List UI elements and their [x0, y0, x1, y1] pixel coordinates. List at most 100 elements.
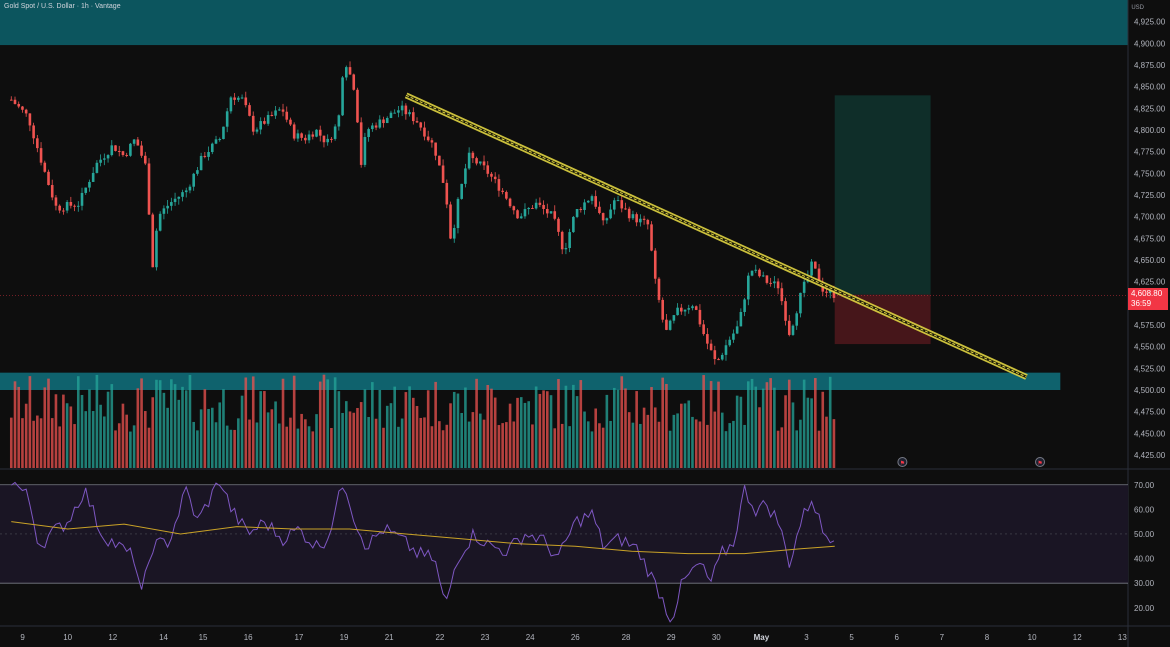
- candle-body: [676, 307, 679, 316]
- candle-body: [158, 213, 162, 231]
- volume-bar: [717, 381, 720, 468]
- volume-bar: [452, 391, 456, 468]
- chart-canvas[interactable]: 4,925.00 4,900.00 4,875.00 4,850.00 4,825.00…: [0, 0, 1170, 647]
- candle-body: [62, 210, 65, 212]
- candle-body: [76, 205, 80, 207]
- candle-body: [277, 109, 281, 111]
- candle-body: [579, 209, 583, 211]
- candle-body: [519, 216, 523, 219]
- volume-bar: [129, 431, 132, 468]
- price-tick-label: 4,575.00: [1134, 321, 1166, 330]
- volume-bar: [553, 428, 557, 468]
- volume-bar: [754, 386, 758, 468]
- time-tick-label: 12: [1073, 633, 1082, 642]
- volume-bar: [311, 431, 315, 468]
- candle-body: [419, 122, 423, 128]
- volume-bar: [50, 418, 54, 468]
- candle-body: [598, 206, 601, 214]
- candle-body: [129, 143, 132, 156]
- volume-bar: [747, 381, 750, 468]
- candle-body: [557, 218, 560, 232]
- volume-bar: [266, 412, 270, 468]
- candle-body: [292, 124, 296, 139]
- volume-bar: [490, 388, 493, 468]
- volume-bar: [322, 374, 326, 468]
- volume-bar: [720, 412, 724, 468]
- candle-body: [750, 270, 754, 276]
- candle-body: [24, 109, 28, 114]
- event-marker-2[interactable]: ⚑: [1035, 457, 1046, 468]
- volume-bar: [464, 387, 467, 468]
- volume-bar: [586, 421, 590, 468]
- candle-body: [430, 140, 434, 143]
- candle-body: [177, 196, 181, 199]
- event-marker-1[interactable]: ⚑: [897, 457, 908, 468]
- candle-body: [389, 112, 393, 119]
- symbol-title[interactable]: Gold Spot / U.S. Dollar · 1h · Vantage: [4, 3, 121, 10]
- rsi-band: [0, 484, 1128, 584]
- time-tick-label: 9: [20, 633, 25, 642]
- volume-bar: [199, 409, 203, 468]
- volume-bar: [635, 391, 638, 468]
- time-tick-label: 19: [340, 633, 349, 642]
- candle-body: [266, 114, 270, 124]
- volume-bar: [9, 417, 13, 468]
- volume-bar: [650, 387, 653, 468]
- candle-body: [449, 204, 452, 239]
- candle-body: [720, 354, 724, 360]
- volume-bar: [828, 376, 832, 468]
- candle-body: [315, 129, 318, 137]
- volume-bar: [385, 405, 389, 468]
- candle-body: [810, 261, 813, 276]
- candle-body: [572, 216, 575, 233]
- volume-bar: [579, 380, 583, 468]
- candle-body: [259, 121, 262, 130]
- candle-body: [769, 282, 772, 284]
- volume-bar: [631, 422, 635, 468]
- volume-bar: [121, 403, 125, 468]
- candle-body: [583, 202, 586, 210]
- supply-zone: [0, 0, 1128, 46]
- volume-bar: [158, 380, 162, 468]
- volume-bar: [240, 395, 244, 468]
- volume-bar: [378, 389, 382, 468]
- volume-bar: [657, 421, 661, 468]
- candle-body: [631, 214, 635, 219]
- candle-body: [460, 183, 463, 199]
- stop-zone: [834, 294, 931, 345]
- volume-bar: [337, 391, 341, 468]
- volume-bar: [143, 411, 147, 468]
- volume-bar: [13, 381, 17, 468]
- candle-body: [743, 299, 746, 312]
- time-tick-label: May: [754, 633, 770, 642]
- price-tick-label: 4,450.00: [1134, 429, 1166, 438]
- volume-bar: [277, 423, 281, 468]
- candle-body: [50, 185, 54, 198]
- volume-bar: [583, 411, 586, 468]
- volume-bar: [251, 376, 255, 468]
- volume-bar: [523, 402, 527, 468]
- volume-bar: [825, 416, 828, 468]
- candle-body: [441, 165, 445, 183]
- volume-bar: [110, 384, 114, 468]
- candle-body: [274, 110, 277, 116]
- candle-body: [17, 103, 21, 107]
- candle-body: [240, 97, 244, 99]
- volume-bar: [330, 427, 333, 468]
- candle-body: [791, 325, 795, 335]
- candle-body: [713, 350, 717, 360]
- candle-body: [103, 158, 106, 160]
- candle-body: [534, 202, 538, 209]
- candle-body: [776, 281, 780, 289]
- volume-bar: [341, 412, 344, 468]
- volume-bar: [423, 417, 426, 468]
- candle-body: [478, 161, 482, 164]
- volume-bar: [62, 394, 65, 468]
- volume-bar: [713, 411, 717, 468]
- candle-body: [263, 121, 266, 124]
- candle-body: [739, 311, 743, 327]
- volume-bar: [445, 424, 449, 468]
- volume-bar: [438, 421, 441, 468]
- candle-body: [825, 291, 828, 293]
- price-tick-label: 4,750.00: [1134, 169, 1166, 178]
